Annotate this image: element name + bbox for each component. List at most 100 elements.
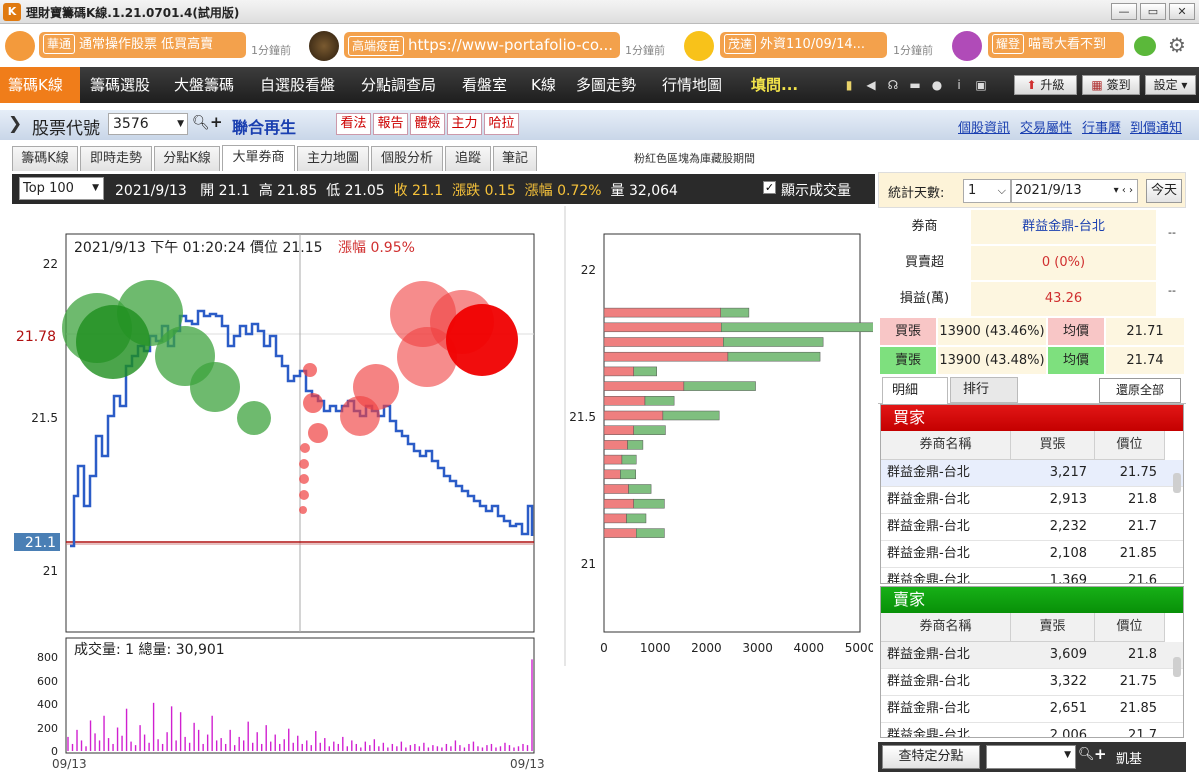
- menu-item[interactable]: 填問...: [743, 67, 806, 103]
- tab-detail[interactable]: 明細: [882, 377, 948, 404]
- col-header[interactable]: 券商名稱: [881, 613, 1011, 642]
- volume-cell: 3,217: [1049, 465, 1087, 480]
- stock-name: 聯合再生: [232, 118, 297, 137]
- news-item[interactable]: 茂達 外資110/09/14...: [720, 32, 887, 58]
- today-button[interactable]: 今天: [1146, 179, 1182, 203]
- news-item[interactable]: 華通 通常操作股票 低買高賣: [39, 32, 246, 58]
- show-volume-checkbox[interactable]: ✓: [763, 181, 776, 194]
- buy-bar: [603, 498, 634, 509]
- info-icon[interactable]: i: [952, 78, 966, 92]
- scrollbar-thumb[interactable]: [1173, 657, 1181, 677]
- x-tick-label: 4000: [794, 641, 825, 655]
- stock-info-link[interactable]: 個股資訊: [958, 117, 1010, 136]
- news-item[interactable]: 高端疫苗 https://www-portafolio-co...: [344, 32, 620, 58]
- price-chart[interactable]: 2021/9/13 下午 01:20:24 價位 21.15 漲幅 0.95% …: [0, 206, 563, 780]
- avatar-icon[interactable]: [952, 31, 982, 61]
- menu-item[interactable]: 大盤籌碼: [166, 67, 242, 103]
- volume-label: 量: [610, 183, 625, 199]
- stock-code-input[interactable]: 3576 ▼: [108, 113, 188, 135]
- table-row[interactable]: 群益金鼎-台北 2,232 21.7: [881, 514, 1183, 541]
- top-select[interactable]: Top 100 ▼: [19, 177, 104, 200]
- find-branch-button[interactable]: 查特定分點: [882, 745, 980, 769]
- add-icon[interactable]: +: [210, 113, 223, 131]
- view-button[interactable]: 看法: [336, 113, 371, 135]
- message-icon[interactable]: ●: [930, 78, 944, 92]
- gear-icon[interactable]: ⚙: [1168, 33, 1186, 57]
- menu-item[interactable]: 行情地圖: [654, 67, 730, 103]
- table-row[interactable]: 群益金鼎-台北 2,006 21.7: [881, 723, 1183, 737]
- buy-bar: [603, 513, 627, 524]
- chevron-down-icon[interactable]: ▼: [177, 114, 184, 134]
- chat-icon[interactable]: [1134, 36, 1156, 56]
- main-force-button[interactable]: 主力: [447, 113, 482, 135]
- tab-ranking[interactable]: 排行: [950, 377, 1018, 403]
- broker-bubble: [299, 459, 309, 469]
- checkin-button[interactable]: ▦ 簽到: [1082, 75, 1140, 95]
- calendar-link[interactable]: 行事曆: [1082, 117, 1121, 136]
- sell-label: 賣張: [880, 347, 936, 374]
- days-select[interactable]: 1 ⌵: [963, 179, 1011, 203]
- news-item[interactable]: 耀登 喵哥大看不到: [988, 32, 1124, 58]
- headset-icon[interactable]: ☊: [886, 78, 900, 92]
- menu-item[interactable]: 分點調查局: [353, 67, 444, 103]
- monitor-icon[interactable]: ▣: [974, 78, 988, 92]
- tab-notes[interactable]: 筆記: [493, 146, 537, 171]
- col-header[interactable]: 券商名稱: [881, 431, 1011, 460]
- note-icon[interactable]: ▮: [842, 78, 856, 92]
- col-header[interactable]: 買張: [1011, 431, 1095, 460]
- price-alert-link[interactable]: 到價通知: [1130, 117, 1182, 136]
- search-icon[interactable]: 🔍︎: [192, 115, 210, 131]
- tab-branch-kline[interactable]: 分點K線: [154, 146, 220, 171]
- low-label: 低: [326, 183, 341, 199]
- open-value: 21.1: [218, 183, 250, 199]
- maximize-button[interactable]: ▭: [1140, 3, 1166, 20]
- search-icon[interactable]: 🔍︎: [1078, 747, 1095, 762]
- sell-bar: [620, 469, 636, 480]
- table-row[interactable]: 群益金鼎-台北 3,322 21.75: [881, 669, 1183, 696]
- date-picker[interactable]: 2021/9/13 ▾ ‹ ›: [1011, 179, 1138, 203]
- tab-main-map[interactable]: 主力地圖: [297, 146, 369, 171]
- broker-cell: 群益金鼎-台北: [887, 492, 970, 507]
- close-button[interactable]: ✕: [1169, 3, 1195, 20]
- table-row[interactable]: 群益金鼎-台北 3,217 21.75: [881, 460, 1183, 487]
- table-row[interactable]: 群益金鼎-台北 2,913 21.8: [881, 487, 1183, 514]
- branch-select[interactable]: ▼: [986, 745, 1076, 769]
- tab-big-broker[interactable]: 大單券商: [222, 145, 295, 171]
- checkup-button[interactable]: 體檢: [410, 113, 445, 135]
- tab-chip-kline[interactable]: 籌碼K線: [12, 146, 78, 171]
- menu-item[interactable]: 多圖走勢: [568, 67, 644, 103]
- menu-item[interactable]: 籌碼K線: [0, 67, 80, 103]
- add-icon[interactable]: +: [1094, 745, 1107, 763]
- col-header[interactable]: 賣張: [1011, 613, 1095, 642]
- broker-summary: 券商 群益金鼎-台北 -- 買賣超 0 (0%) 損益(萬) 43.26 --: [878, 210, 1186, 316]
- col-header[interactable]: 價位: [1095, 613, 1165, 642]
- tab-analysis[interactable]: 個股分析: [371, 146, 443, 171]
- tab-realtime[interactable]: 即時走勢: [80, 146, 152, 171]
- reset-all-button[interactable]: 還原全部: [1099, 378, 1181, 403]
- table-row[interactable]: 群益金鼎-台北 2,108 21.85: [881, 541, 1183, 568]
- broker-bubble: [299, 506, 307, 514]
- buy-bar: [603, 322, 722, 333]
- speaker-icon[interactable]: ◀: [864, 78, 878, 92]
- tab-track[interactable]: 追蹤: [445, 146, 491, 171]
- chevron-right-icon[interactable]: ❯: [8, 114, 22, 134]
- menu-item[interactable]: 籌碼選股: [82, 67, 158, 103]
- table-row[interactable]: 群益金鼎-台北 3,609 21.8: [881, 642, 1183, 669]
- menu-item[interactable]: 自選股看盤: [252, 67, 343, 103]
- chat-button[interactable]: 哈拉: [484, 113, 519, 135]
- upgrade-button[interactable]: ⬆ 升級: [1014, 75, 1077, 95]
- trading-attr-link[interactable]: 交易屬性: [1020, 117, 1072, 136]
- col-header[interactable]: 價位: [1095, 431, 1165, 460]
- avatar-icon[interactable]: [5, 31, 35, 61]
- table-row[interactable]: 群益金鼎-台北 2,651 21.85: [881, 696, 1183, 723]
- menu-item[interactable]: K線: [523, 67, 564, 103]
- avatar-icon[interactable]: [684, 31, 714, 61]
- settings-button[interactable]: 設定 ▾: [1145, 75, 1196, 95]
- scrollbar-thumb[interactable]: [1173, 473, 1181, 493]
- minimize-button[interactable]: —: [1111, 3, 1137, 20]
- folder-icon[interactable]: ▬: [908, 78, 922, 92]
- table-row[interactable]: 群益金鼎-台北 1,369 21.6: [881, 568, 1183, 583]
- menu-item[interactable]: 看盤室: [454, 67, 515, 103]
- report-button[interactable]: 報告: [373, 113, 408, 135]
- avatar-icon[interactable]: [309, 31, 339, 61]
